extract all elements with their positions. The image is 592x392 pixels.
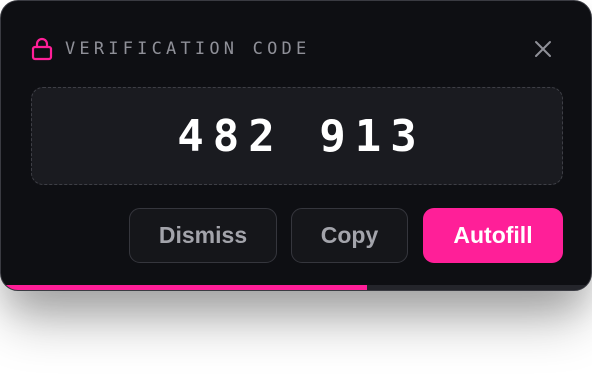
close-button[interactable] (529, 35, 557, 63)
expiry-progress-fill (1, 285, 367, 290)
popup-header: VERIFICATION CODE (31, 37, 310, 61)
close-icon (535, 41, 551, 57)
verification-code-popup: VERIFICATION CODE 482 913 Dismiss Copy A… (0, 0, 592, 291)
lock-icon (31, 37, 53, 61)
popup-title: VERIFICATION CODE (65, 39, 311, 59)
copy-button[interactable]: Copy (291, 208, 408, 263)
code-display: 482 913 (31, 87, 563, 185)
expiry-progress-track (1, 285, 591, 290)
dismiss-button[interactable]: Dismiss (129, 208, 277, 263)
autofill-button[interactable]: Autofill (423, 208, 563, 263)
verification-code: 482 913 (177, 110, 426, 162)
